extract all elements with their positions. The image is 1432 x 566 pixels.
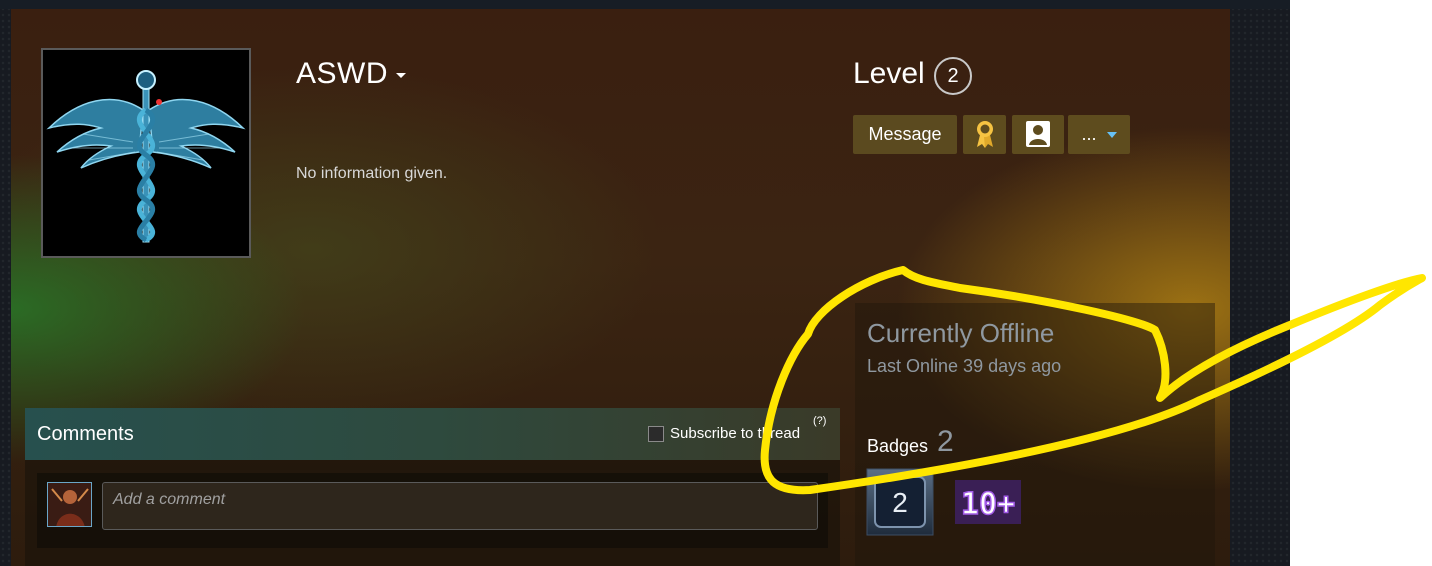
badge-10-plus-text: 10+ [961,487,1015,522]
badge-2-text: 2 [892,487,908,518]
comment-input[interactable]: Add a comment [102,482,818,530]
help-icon[interactable]: (?) [813,415,826,427]
persona-name-text: ASWD [296,57,388,90]
commenter-avatar[interactable] [47,482,92,527]
profile-avatar[interactable] [41,48,251,258]
top-nav-strip [0,0,1290,9]
level-badge[interactable]: 2 [934,57,972,95]
subscribe-label[interactable]: Subscribe to thread [670,425,800,442]
badge-level-2[interactable]: 2 [866,468,934,536]
comments-body: Add a comment [25,460,840,566]
steam-page-background: ASWD No information given. Level 2 Messa… [0,0,1290,566]
comments-title: Comments [37,423,134,445]
badge-2-icon: 2 [866,468,934,536]
subscribe-checkbox[interactable] [648,426,664,442]
view-avatar-button[interactable] [1012,115,1064,154]
more-actions-button[interactable]: ... [1068,115,1130,154]
comments-section: Comments Subscribe to thread (?) Add a c… [25,408,840,566]
level-label: Level [853,57,925,90]
status-panel: Currently Offline Last Online 39 days ag… [855,303,1215,566]
badges-label[interactable]: Badges [867,436,928,457]
badge-10-plus[interactable]: 10+ [953,468,1023,536]
persona-name[interactable]: ASWD [296,57,406,91]
profile-header: ASWD No information given. Level 2 Messa… [11,9,1230,566]
badges-count[interactable]: 2 [937,425,954,459]
award-button[interactable] [963,115,1006,154]
user-portrait-icon [1026,121,1050,147]
user-avatar-icon [48,483,91,526]
online-status: Currently Offline [867,318,1055,348]
badge-10-plus-icon: 10+ [955,480,1021,524]
more-actions-label: ... [1081,124,1097,144]
chevron-down-icon [1106,132,1117,139]
profile-summary: No information given. [296,165,448,182]
comments-header: Comments Subscribe to thread (?) [25,408,840,460]
last-online: Last Online 39 days ago [867,356,1062,376]
caduceus-icon [43,50,249,256]
comment-entry: Add a comment [37,473,828,548]
award-ribbon-icon [976,121,993,148]
chevron-down-icon[interactable] [396,72,406,78]
message-button[interactable]: Message [853,115,957,154]
